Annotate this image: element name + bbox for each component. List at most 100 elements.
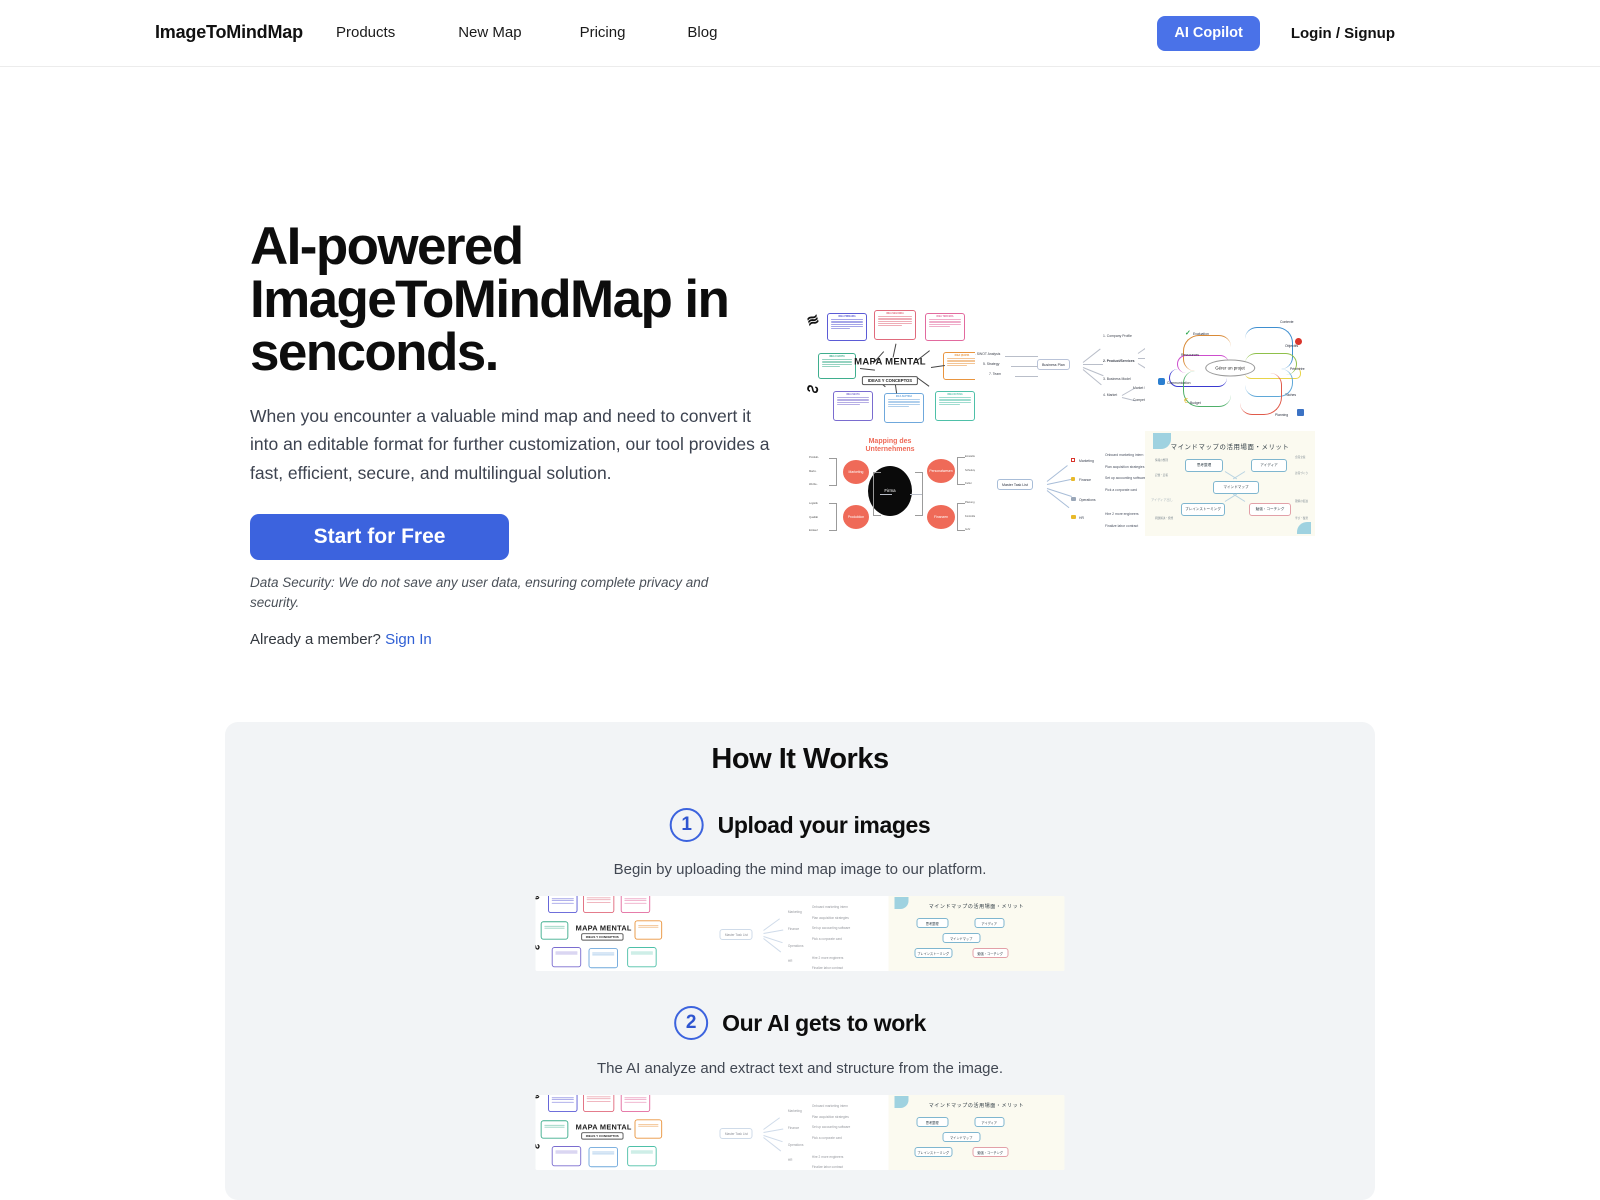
mindmap-center-node: マインドマップ xyxy=(1213,481,1259,494)
mindmap-center-subtitle: IDEAS Y CONCEPTOS xyxy=(861,375,919,386)
step-2-number: 2 xyxy=(674,1006,709,1040)
mindmap-node: Personalwesen xyxy=(927,459,955,483)
sample-mindmap-mapa-mental: ≋ ᔓ IDEA PRIMARIA IDEA SEGUNDA IDEA TERC… xyxy=(805,305,975,431)
hero-copy: AI-powered ImageToMindMap in senconds. W… xyxy=(250,220,780,648)
login-signup-link[interactable]: Login / Signup xyxy=(1291,25,1395,42)
brand-logo[interactable]: ImageToMindMap xyxy=(155,22,303,43)
mindmap-node: Finanzen xyxy=(927,505,955,529)
mindmap-node: アイディア xyxy=(1251,459,1287,472)
target-icon xyxy=(1295,338,1302,345)
mindmap-center-title: MAPA MENTAL xyxy=(854,356,926,368)
nav-link-blog[interactable]: Blog xyxy=(687,24,717,41)
decorative-squiggle-icon: ᔓ xyxy=(535,1139,541,1152)
step-1-header: 1 Upload your images xyxy=(669,808,931,842)
sample-note: IDEA OCTAVA xyxy=(935,391,975,421)
member-prompt-text: Already a member? xyxy=(250,631,381,649)
mindmap-node: Plan acquisition strategies xyxy=(1105,465,1145,469)
step-2-description: The AI analyze and extract text and stru… xyxy=(596,1060,1004,1077)
member-prompt: Already a member? Sign In xyxy=(250,631,780,648)
sample-note: IDEA PRIMARIA xyxy=(827,313,867,341)
mindmap-node: 7. Team xyxy=(989,372,1001,376)
mindmap-node: Communication xyxy=(1167,381,1191,385)
sample-note: IDEA TERCERA xyxy=(925,313,965,341)
nav-link-pricing[interactable]: Pricing xyxy=(580,24,626,41)
sample-mindmap-unternehmen: Mapping des Unternehmens Firma Marketing… xyxy=(805,431,975,536)
mindmap-center-subtitle: IDEAS Y CONCEPTOS xyxy=(581,1132,624,1140)
preview-japanese-mindmap-2: マインドマップの活用場面・メリット 思考整理 アイディア ブレインストーミング … xyxy=(888,1095,1065,1170)
preview-japanese-mindmap: マインドマップの活用場面・メリット 思考整理 アイディア ブレインストーミング … xyxy=(888,896,1065,971)
preview-master-task-list-2: Master Task List Marketing Finance Opera… xyxy=(711,1095,889,1170)
step-1-number: 1 xyxy=(669,808,704,842)
mindmap-node: Pick a corporate card xyxy=(1105,488,1138,492)
mindmap-node: 1. SWOT Analysis xyxy=(975,352,1001,356)
mindmap-title: Mapping des Unternehmens xyxy=(865,438,915,454)
mindmap-node: Ressources xyxy=(1181,353,1199,357)
mindmap-node: 5. Strategy xyxy=(983,362,1000,366)
mindmap-node: Marketing xyxy=(1079,459,1094,463)
sample-mindmap-business-plan: Business Plan 1. SWOT Analysis 5. Strate… xyxy=(975,305,1145,431)
preview-master-task-list: Master Task List Marketing Finance Opera… xyxy=(711,896,889,971)
sample-note: IDEA SEXTA xyxy=(833,391,873,421)
mindmap-root-node: Master Task List xyxy=(997,479,1033,490)
mindmap-node: Tâches xyxy=(1285,393,1297,397)
sample-mindmap-gerer-un-projet: Contexte Objectifs Périmètre Tâches Plan… xyxy=(1145,305,1315,431)
section-title: How It Works xyxy=(711,743,889,775)
top-navbar: ImageToMindMap Products New Map Pricing … xyxy=(0,0,1600,67)
hr-icon xyxy=(1071,515,1076,519)
step-2-label: Our AI gets to work xyxy=(722,1009,926,1036)
data-security-note: Data Security: We do not save any user d… xyxy=(250,575,709,610)
sample-note: IDEA CUARTA xyxy=(818,353,856,379)
decorative-squiggle-icon: ᔓ xyxy=(535,940,541,953)
mindmap-node: Evaluation xyxy=(1193,332,1209,336)
mindmap-node: Produktion xyxy=(843,505,869,529)
page-title: AI-powered ImageToMindMap in senconds. xyxy=(250,217,730,382)
finance-icon xyxy=(1071,477,1075,481)
mindmap-node: Operations xyxy=(1079,498,1096,502)
marketing-icon xyxy=(1071,458,1075,462)
mindmap-node: ブレインストーミング xyxy=(1181,503,1225,516)
sample-mindmap-master-task-list: Master Task List Marketing Finance Opera… xyxy=(975,431,1145,536)
step-1-preview-image: ≋ ᔓ MAPA MENTAL IDEAS Y CONCEPTOS Master… xyxy=(535,896,1065,971)
mindmap-node: Competitors xyxy=(1133,398,1145,402)
mindmap-node: Budget xyxy=(1190,401,1201,405)
hero-section: AI-powered ImageToMindMap in senconds. W… xyxy=(0,67,1600,707)
preview-mapa-mental-2: ≋ ᔓ MAPA MENTAL IDEAS Y CONCEPTOS xyxy=(535,1095,712,1170)
mindmap-node: Marketing xyxy=(843,460,869,484)
nav-link-new-map[interactable]: New Map xyxy=(458,24,521,41)
mindmap-node: Set up accounting software xyxy=(1105,476,1145,480)
mindmap-node: Finance xyxy=(1079,478,1092,482)
hero-subtitle: When you encounter a valuable mind map a… xyxy=(250,406,770,483)
mindmap-node: 2. Product/Services xyxy=(1103,359,1135,363)
nav-link-products[interactable]: Products xyxy=(336,24,395,41)
decorative-squiggle-icon: ≋ xyxy=(535,896,542,904)
mindmap-node: Market Size xyxy=(1133,386,1145,390)
hero-mindmap-collage: ≋ ᔓ IDEA PRIMARIA IDEA SEGUNDA IDEA TERC… xyxy=(805,305,1315,536)
mindmap-node: 思考整理 xyxy=(1185,459,1223,472)
sign-in-link[interactable]: Sign In xyxy=(385,631,432,648)
budget-icon: € xyxy=(1184,398,1188,405)
nav-links: Products New Map Pricing Blog xyxy=(336,24,717,41)
how-it-works-section: How It Works 1 Upload your images Begin … xyxy=(225,722,1375,1200)
mindmap-root-node: Gérer un projet xyxy=(1205,359,1255,377)
start-for-free-button[interactable]: Start for Free xyxy=(250,514,509,561)
connector-arrow xyxy=(916,377,930,387)
operations-icon xyxy=(1071,497,1076,501)
decorative-squiggle-icon: ≋ xyxy=(535,1095,542,1103)
calendar-icon xyxy=(1297,409,1304,416)
mindmap-node: Contexte xyxy=(1280,320,1294,324)
mindmap-node: HR xyxy=(1079,516,1084,520)
mindmap-center-title: MAPA MENTAL xyxy=(575,1123,632,1132)
sample-note: IDEA SEGUNDA xyxy=(874,310,916,340)
mindmap-node: 1. Company Profile xyxy=(1103,334,1132,338)
check-icon: ✓ xyxy=(1185,330,1191,337)
mindmap-node: Finalize labor contract xyxy=(1105,524,1139,528)
step-2-preview-image: ≋ ᔓ MAPA MENTAL IDEAS Y CONCEPTOS Master… xyxy=(535,1095,1065,1170)
sample-note: IDEA QUINTA xyxy=(943,352,975,380)
step-1-description: Begin by uploading the mind map image to… xyxy=(613,861,987,878)
mindmap-node: Onboard marketing intern xyxy=(1105,453,1144,457)
mindmap-root-node: Business Plan xyxy=(1037,359,1070,370)
nav-right-group: AI Copilot Login / Signup xyxy=(1157,16,1600,51)
mindmap-node: 勉強・コーチング xyxy=(1249,503,1291,516)
mindmap-center-title: MAPA MENTAL xyxy=(575,924,632,933)
ai-copilot-button[interactable]: AI Copilot xyxy=(1157,16,1260,51)
